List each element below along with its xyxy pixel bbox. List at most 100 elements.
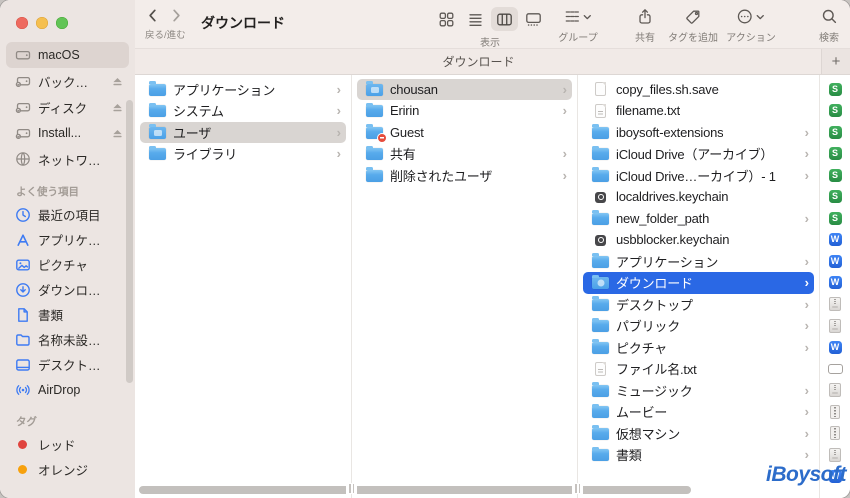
column-resize-handle[interactable] <box>572 483 583 494</box>
tab-downloads[interactable]: ダウンロード <box>135 49 822 74</box>
document-icon <box>14 306 31 323</box>
file-row[interactable] <box>820 358 850 380</box>
action-button[interactable]: アクション <box>726 8 776 44</box>
file-row[interactable]: 共有 <box>357 143 572 165</box>
gallery-view-button[interactable] <box>520 7 547 31</box>
file-name: システム <box>173 104 224 120</box>
file-row[interactable]: パブリック <box>583 315 814 337</box>
sidebar-item-[interactable]: バック… <box>6 68 129 94</box>
file-row[interactable]: chousan <box>357 78 572 100</box>
sidebar-item-macos[interactable]: macOS <box>6 42 129 68</box>
file-row[interactable]: W <box>820 272 850 294</box>
chevron-right-icon <box>805 254 809 269</box>
file-name: Eririn <box>390 103 420 119</box>
file-row[interactable]: S <box>820 143 850 165</box>
file-row[interactable]: ライブラリ <box>140 143 346 165</box>
finder-column-home: copy_files.sh.save filename.txt iboysoft-e… <box>578 75 820 498</box>
eject-icon[interactable] <box>110 74 125 89</box>
file-row[interactable]: 削除されたユーザ <box>357 165 572 187</box>
file-row[interactable]: ピクチャ <box>583 337 814 359</box>
sidebar-item-label: アプリケ… <box>38 234 101 248</box>
icon-view-button[interactable] <box>433 7 460 31</box>
sidebar-item[interactable]: 最近の項目 <box>6 202 129 227</box>
sidebar-item-[interactable]: ネットワ… <box>6 146 129 172</box>
sidebar-scrollbar[interactable] <box>125 100 133 383</box>
folder-icon <box>149 145 166 161</box>
column-view-button[interactable] <box>491 7 518 31</box>
file-row[interactable]: S <box>820 165 850 187</box>
file-row[interactable]: Eririn <box>357 100 572 122</box>
close-button[interactable] <box>16 17 28 29</box>
sidebar-item[interactable]: 書類 <box>6 302 129 327</box>
sidebar-item[interactable]: 名称未設… <box>6 327 129 352</box>
folder-icon <box>592 446 609 462</box>
app-s-icon: S <box>828 168 842 182</box>
file-row[interactable]: S <box>820 122 850 144</box>
sidebar-item[interactable]: ピクチャ <box>6 252 129 277</box>
file-row[interactable]: アプリケーション <box>140 79 346 101</box>
file-row[interactable]: iCloud Drive（アーカイブ） <box>583 143 814 165</box>
file-row[interactable]: S <box>820 79 850 101</box>
horizontal-scrollbar[interactable] <box>139 486 691 494</box>
sidebar-item[interactable]: アプリケ… <box>6 227 129 252</box>
file-row[interactable]: デスクトップ <box>583 294 814 316</box>
file-row[interactable] <box>820 401 850 423</box>
file-row[interactable]: ファイル名.txt <box>583 358 814 380</box>
back-button[interactable] <box>145 7 160 24</box>
eject-icon[interactable] <box>110 126 125 141</box>
sidebar-tag[interactable]: レッド <box>6 432 129 457</box>
file-name: アプリケーション <box>173 82 276 98</box>
share-button[interactable]: 共有 <box>635 8 655 44</box>
sidebar-item-install[interactable]: Install... <box>6 120 129 146</box>
file-row[interactable]: new_folder_path <box>583 208 814 230</box>
file-row[interactable]: W <box>820 337 850 359</box>
new-tab-button[interactable]: + <box>821 49 850 74</box>
file-row[interactable]: ムービー <box>583 401 814 423</box>
chevron-right-icon <box>805 340 809 355</box>
forward-button[interactable] <box>169 7 184 24</box>
file-row[interactable]: ユーザ <box>140 121 346 143</box>
file-row[interactable]: iboysoft-extensions <box>583 122 814 144</box>
file-row[interactable]: Guest <box>357 122 572 144</box>
file-row[interactable]: S <box>820 100 850 122</box>
file-row[interactable] <box>820 423 850 445</box>
column-resize-handle[interactable] <box>346 483 357 494</box>
file-row[interactable] <box>820 294 850 316</box>
file-row[interactable]: システム <box>140 100 346 122</box>
file-name: iCloud Drive（アーカイブ） <box>616 147 774 163</box>
file-row[interactable]: ミュージック <box>583 380 814 402</box>
group-button[interactable]: グループ <box>558 8 598 44</box>
tab-bar: ダウンロード + <box>135 48 850 75</box>
file-row[interactable]: S <box>820 186 850 208</box>
eject-icon[interactable] <box>110 100 125 115</box>
file-row[interactable]: W <box>820 229 850 251</box>
file-row[interactable]: アプリケーション <box>583 251 814 273</box>
file-row[interactable]: copy_files.sh.save <box>583 79 814 101</box>
zoom-button[interactable] <box>56 17 68 29</box>
file-row[interactable] <box>820 315 850 337</box>
file-row[interactable]: 仮想マシン <box>583 423 814 445</box>
folder-icon <box>592 167 609 182</box>
sidebar-item[interactable]: ダウンロ… <box>6 277 129 302</box>
sidebar-item[interactable]: AirDrop <box>6 377 129 402</box>
search-button[interactable]: 検索 <box>819 8 839 44</box>
view-switcher-label: 表示 <box>480 38 500 49</box>
share-icon <box>637 8 653 25</box>
list-view-button[interactable] <box>462 7 489 31</box>
file-row[interactable]: W <box>820 251 850 273</box>
file-row[interactable]: filename.txt <box>583 100 814 122</box>
file-row[interactable]: localdrives.keychain <box>583 186 814 208</box>
minimize-button[interactable] <box>36 17 48 29</box>
file-row[interactable]: usbblocker.keychain <box>583 229 814 251</box>
add-tag-button[interactable]: タグを追加 <box>668 8 718 44</box>
file-row[interactable]: iCloud Drive…ーカイブ）- 1 <box>583 165 814 187</box>
file-name: パブリック <box>616 319 681 335</box>
file-row[interactable]: ダウンロード <box>583 272 814 294</box>
sidebar-item-[interactable]: ディスク <box>6 94 129 120</box>
sidebar-item[interactable]: デスクト… <box>6 352 129 377</box>
archive-icon <box>829 318 841 333</box>
folder-icon <box>592 124 609 139</box>
sidebar-tag[interactable]: オレンジ <box>6 457 129 482</box>
file-row[interactable] <box>820 380 850 402</box>
file-row[interactable]: S <box>820 208 850 230</box>
